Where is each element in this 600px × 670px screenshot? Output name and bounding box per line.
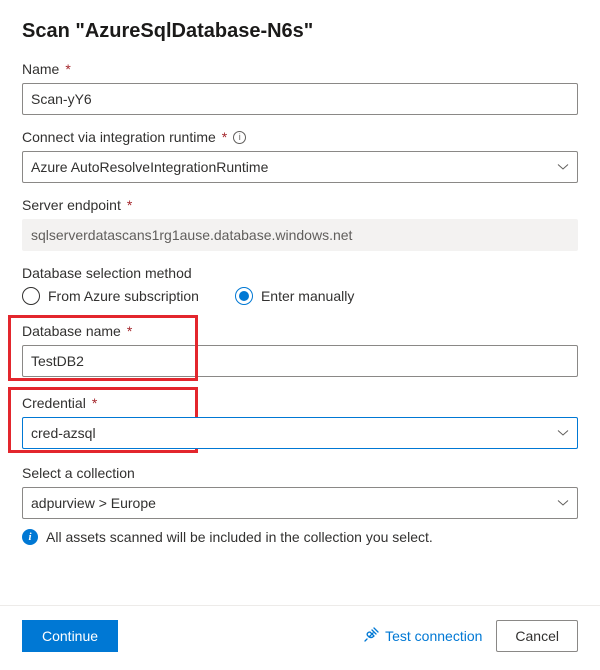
name-input[interactable]: Scan-yY6 <box>22 83 578 115</box>
page-title: Scan "AzureSqlDatabase-N6s" <box>22 20 578 43</box>
endpoint-label: Server endpoint* <box>22 197 578 213</box>
runtime-label: Connect via integration runtime* i <box>22 129 578 145</box>
chevron-down-icon <box>557 161 569 173</box>
collection-label: Select a collection <box>22 465 578 481</box>
info-icon[interactable]: i <box>233 131 246 144</box>
collection-info-text: All assets scanned will be included in t… <box>46 529 433 545</box>
dbname-input[interactable]: TestDB2 <box>22 345 578 377</box>
divider <box>0 605 600 606</box>
continue-button[interactable]: Continue <box>22 620 118 652</box>
cancel-button[interactable]: Cancel <box>496 620 578 652</box>
plug-icon <box>363 627 379 646</box>
collection-select[interactable]: adpurview > Europe <box>22 487 578 519</box>
endpoint-input: sqlserverdatascans1rg1ause.database.wind… <box>22 219 578 251</box>
runtime-select[interactable]: Azure AutoResolveIntegrationRuntime <box>22 151 578 183</box>
dbmethod-label: Database selection method <box>22 265 578 281</box>
chevron-down-icon <box>557 427 569 439</box>
credential-select[interactable]: cred-azsql <box>22 417 578 449</box>
name-label: Name* <box>22 61 578 77</box>
radio-enter-manually[interactable]: Enter manually <box>235 287 354 305</box>
info-icon: i <box>22 529 38 545</box>
test-connection-button[interactable]: Test connection <box>363 627 482 646</box>
credential-label: Credential* <box>22 395 578 411</box>
dbname-label: Database name* <box>22 323 578 339</box>
chevron-down-icon <box>557 497 569 509</box>
radio-from-subscription[interactable]: From Azure subscription <box>22 287 199 305</box>
